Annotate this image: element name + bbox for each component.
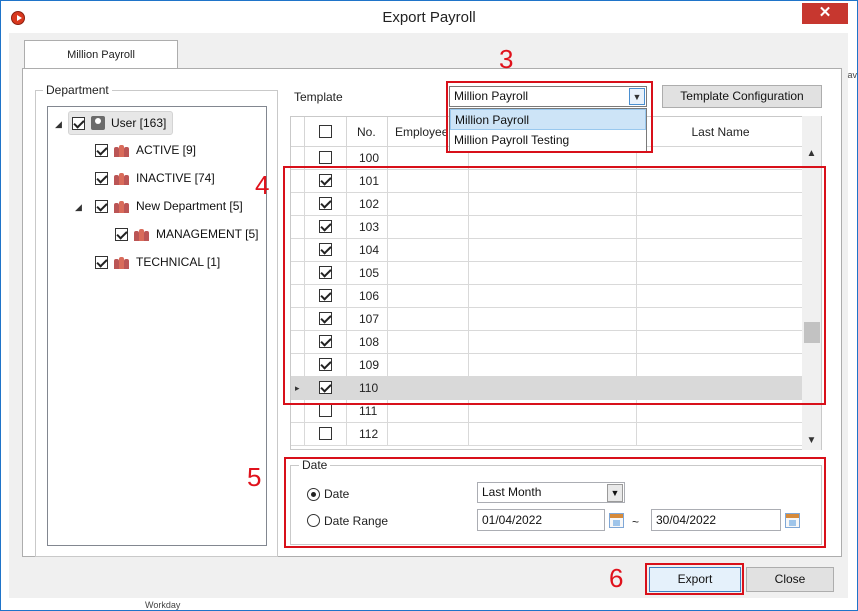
annotation-step-5: 5	[247, 462, 262, 492]
scroll-down-icon[interactable]: ▼	[802, 435, 821, 446]
tree-node-inactive[interactable]: INACTIVE [74]	[95, 168, 215, 188]
select-all-checkbox[interactable]	[319, 125, 332, 138]
collapse-arrow-icon[interactable]: ◢	[55, 119, 62, 130]
row-checkbox[interactable]	[319, 427, 332, 440]
group-icon	[114, 171, 130, 185]
tree-node-active[interactable]: ACTIVE [9]	[95, 140, 196, 160]
tree-node-label: New Department [5]	[136, 199, 243, 213]
close-button[interactable]: Close	[746, 567, 834, 592]
annotation-step-3: 3	[499, 44, 514, 74]
tree-node-label: TECHNICAL [1]	[136, 255, 221, 269]
annotation-step-6: 6	[609, 563, 624, 593]
tree-node-label: MANAGEMENT [5]	[156, 227, 259, 241]
cell-empty[interactable]	[469, 423, 637, 445]
template-configuration-button[interactable]: Template Configuration	[662, 85, 822, 108]
tree-node-label: User [163]	[111, 116, 167, 130]
cell-empty[interactable]	[637, 423, 805, 445]
tree-checkbox[interactable]	[95, 199, 108, 213]
row-checkbox[interactable]	[319, 404, 332, 417]
annotation-box-grid-rows	[283, 166, 826, 405]
annotation-box-template	[446, 81, 653, 153]
collapse-arrow-icon[interactable]: ◢	[75, 202, 82, 213]
tree-node-technical[interactable]: TECHNICAL [1]	[95, 252, 220, 272]
tree-checkbox[interactable]	[115, 227, 128, 241]
tree-checkbox[interactable]	[95, 255, 108, 269]
background-edge-text: Workday	[145, 600, 181, 610]
user-icon	[91, 116, 105, 130]
group-icon	[134, 227, 150, 241]
column-header-no[interactable]: No.	[347, 117, 388, 147]
table-row[interactable]: 112	[291, 423, 805, 446]
annotation-box-export	[645, 563, 744, 595]
row-header-column	[291, 117, 305, 147]
row-header-cell[interactable]	[291, 423, 305, 445]
window-title: Export Payroll	[382, 9, 476, 26]
department-tree: ◢ User [163] ACTIVE [9] INACTIVE [74] ◢ …	[47, 106, 267, 546]
scroll-up-icon[interactable]: ▲	[802, 148, 821, 159]
annotation-step-4: 4	[255, 170, 270, 200]
tree-node-label: INACTIVE [74]	[136, 171, 215, 185]
tree-checkbox[interactable]	[95, 171, 108, 185]
tree-node-user[interactable]: User [163]	[68, 111, 174, 135]
annotation-box-date	[284, 457, 826, 548]
cell-empty[interactable]	[388, 423, 469, 445]
tree-checkbox[interactable]	[95, 143, 108, 157]
tree-node-new-department[interactable]: New Department [5]	[95, 196, 243, 216]
title-bar: Export Payroll ✕	[1, 1, 857, 34]
row-checkbox[interactable]	[319, 151, 332, 164]
cell-no[interactable]: 112	[347, 423, 388, 445]
tree-node-label: ACTIVE [9]	[136, 143, 197, 157]
template-label: Template	[294, 90, 343, 104]
select-all-column	[305, 117, 347, 147]
group-icon	[114, 255, 130, 269]
tree-node-management[interactable]: MANAGEMENT [5]	[115, 224, 258, 244]
tab-million-payroll[interactable]: Million Payroll	[24, 40, 178, 69]
background-edge-text: av	[847, 70, 857, 80]
row-checkbox-cell[interactable]	[305, 423, 347, 445]
close-window-button[interactable]: ✕	[802, 3, 848, 24]
department-legend: Department	[43, 83, 112, 97]
group-icon	[114, 143, 130, 157]
group-icon	[114, 199, 130, 213]
tree-checkbox[interactable]	[72, 116, 85, 130]
column-header-last-name[interactable]: Last Name	[637, 117, 805, 147]
